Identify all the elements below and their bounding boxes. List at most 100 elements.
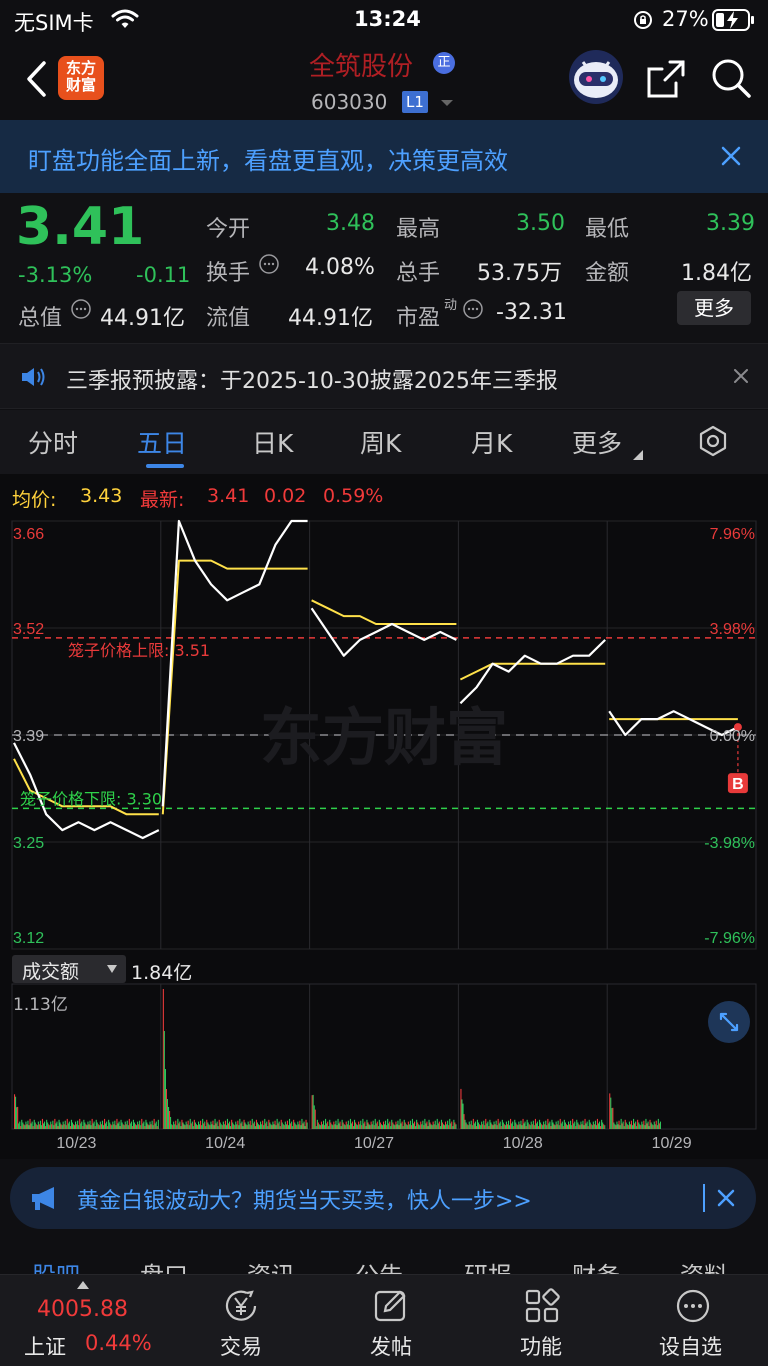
volume-bar: [190, 1123, 192, 1129]
volume-bar: [60, 1124, 62, 1129]
share-icon[interactable]: [646, 59, 686, 99]
trade-label: 交易: [220, 1335, 262, 1359]
volume-bar: [340, 1126, 342, 1129]
search-icon[interactable]: [710, 57, 752, 99]
feature-banner[interactable]: 盯盘功能全面上新，看盘更直观，决策更高效: [0, 120, 768, 193]
volume-bar: [587, 1126, 589, 1129]
add-watchlist-button[interactable]: 设自选: [650, 1283, 740, 1363]
post-button[interactable]: 发帖: [350, 1283, 434, 1363]
volume-bar: [475, 1126, 477, 1129]
volume-bar: [168, 1107, 170, 1129]
back-icon[interactable]: [24, 60, 48, 98]
volume-bar: [156, 1126, 158, 1129]
volume-bar: [106, 1121, 108, 1129]
index-ticker[interactable]: 4005.88 上证 0.44%: [0, 1275, 170, 1366]
volume-bar: [112, 1121, 114, 1129]
five-day-chart[interactable]: 均价: 3.43 最新: 3.41 0.02 0.59% 东方财富 B 3.66…: [0, 474, 768, 1159]
volume-bar: [643, 1120, 645, 1129]
volume-bar: [359, 1124, 361, 1129]
volume-bar: [77, 1120, 79, 1129]
close-icon[interactable]: [734, 369, 748, 383]
nav-bar: 东方 财富 全筑股份 正 603030 L1: [0, 40, 768, 120]
robot-avatar[interactable]: [569, 50, 623, 104]
volume-bar: [152, 1125, 154, 1129]
grid-icon: [525, 1288, 560, 1323]
volume-bar: [111, 1125, 113, 1129]
volume-bar: [188, 1125, 190, 1129]
volume-bar: [123, 1125, 125, 1129]
tab-monthly-k[interactable]: 月K: [471, 424, 512, 460]
megaphone-icon: [32, 1187, 54, 1210]
tab-five-day[interactable]: 五日: [137, 424, 187, 460]
volume-bar: [183, 1124, 185, 1129]
volume-bar: [247, 1121, 249, 1129]
volume-bar: [586, 1121, 588, 1129]
close-icon[interactable]: [721, 146, 741, 166]
volume-bar: [423, 1125, 425, 1129]
volume-bar: [23, 1124, 25, 1129]
volume-bar: [451, 1121, 453, 1129]
volume-bar: [21, 1119, 23, 1129]
trade-button[interactable]: 交易: [200, 1283, 284, 1363]
avg-value: 3.43: [80, 485, 123, 507]
info-icon[interactable]: [258, 253, 280, 275]
volume-bar: [556, 1124, 558, 1129]
volume-bar: [306, 1122, 308, 1129]
volume-bar: [38, 1124, 40, 1129]
volume-bar: [216, 1121, 218, 1129]
fullscreen-button[interactable]: [708, 1001, 750, 1043]
volume-bar: [107, 1126, 109, 1129]
volume-bar: [601, 1119, 603, 1129]
volume-frame: [11, 983, 757, 1130]
volume-bar: [410, 1125, 412, 1129]
volume-bar: [55, 1123, 57, 1129]
volume-bar: [49, 1125, 51, 1129]
volume-bar: [85, 1124, 87, 1129]
volume-bar: [588, 1119, 590, 1129]
tab-more[interactable]: 更多: [572, 424, 622, 460]
volume-bar: [654, 1124, 656, 1129]
functions-label: 功能: [520, 1335, 562, 1359]
promo-bar[interactable]: 黄金白银波动大？期货当天买卖，快人一步>>: [10, 1167, 756, 1229]
volume-bar: [317, 1122, 319, 1129]
volume-bar: [334, 1124, 336, 1129]
tab-daily-k[interactable]: 日K: [252, 424, 293, 460]
announcement-bar[interactable]: 三季报预披露：于2025-10-30披露2025年三季报: [0, 343, 768, 409]
volume-bar: [363, 1123, 365, 1129]
chevron-down-icon[interactable]: [440, 98, 454, 108]
volume-bar: [224, 1120, 226, 1129]
volume-bar: [625, 1122, 627, 1129]
more-button[interactable]: 更多: [677, 291, 751, 325]
volume-bar: [531, 1124, 533, 1129]
volume-bar: [353, 1126, 355, 1129]
volume-bar: [650, 1122, 652, 1129]
functions-button[interactable]: 功能: [500, 1283, 584, 1363]
volume-bar: [47, 1122, 49, 1129]
avg-price-line: [459, 662, 606, 681]
volume-indicator-select[interactable]: 成交额: [12, 955, 126, 983]
info-icon[interactable]: [70, 298, 92, 320]
volume-bar: [279, 1126, 281, 1129]
app-root: 无SIM卡 13:24 27% 东方 财富 全筑股份 正 603030 L1 盯…: [0, 0, 768, 1366]
volume-label: 总手: [396, 261, 441, 286]
volume-bar: [176, 1125, 178, 1129]
volume-bar: [293, 1119, 295, 1129]
volume-bar: [501, 1119, 503, 1129]
volume-bar: [437, 1123, 439, 1129]
volume-bar: [602, 1122, 604, 1129]
volume-bar: [302, 1123, 304, 1129]
settings-icon[interactable]: [697, 425, 729, 457]
volume-bar: [422, 1120, 424, 1129]
tab-intraday[interactable]: 分时: [28, 424, 78, 460]
volume-bar: [406, 1125, 408, 1129]
volume-bar: [343, 1124, 345, 1129]
tab-weekly-k[interactable]: 周K: [360, 424, 401, 460]
volume-bar: [311, 1095, 313, 1129]
level-badge[interactable]: L1: [402, 91, 428, 113]
volume-bar: [647, 1121, 649, 1129]
close-icon[interactable]: [717, 1189, 735, 1207]
app-logo[interactable]: 东方 财富: [58, 56, 104, 100]
volume-bar: [358, 1121, 360, 1129]
amount-label: 金额: [585, 261, 630, 286]
info-icon[interactable]: [462, 298, 484, 320]
